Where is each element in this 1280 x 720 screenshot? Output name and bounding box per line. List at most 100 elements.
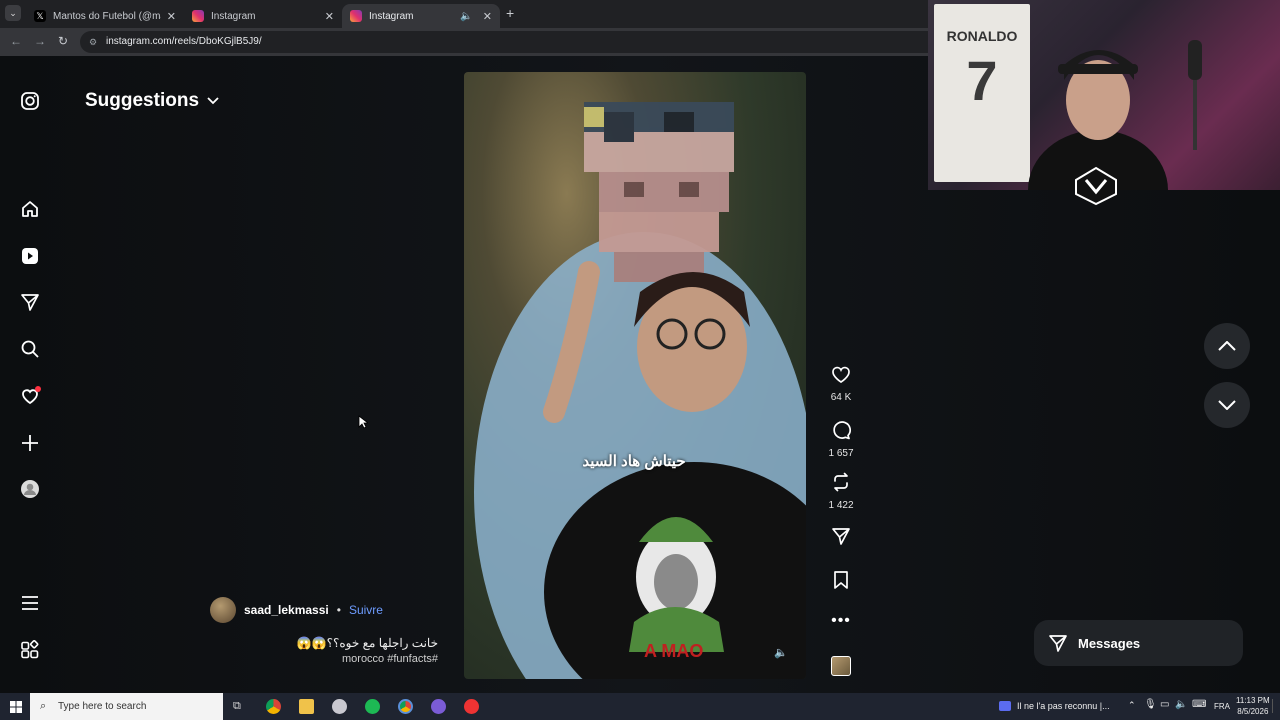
author-username[interactable]: saad_lekmassi	[244, 603, 329, 617]
language-indicator[interactable]: FRA	[1214, 693, 1230, 720]
more-options-icon[interactable]: •••	[826, 612, 856, 630]
spotify-icon[interactable]	[365, 699, 380, 714]
reel-caption: خانت راجلها مع خوه؟؟😱😱	[296, 636, 438, 650]
suggestions-title: Suggestions	[85, 90, 200, 111]
notifications-heart-icon[interactable]	[19, 385, 41, 407]
svg-text:A MAO: A MAO	[644, 641, 703, 661]
volume-icon[interactable]: 🔈	[1175, 699, 1187, 710]
tab-search-button[interactable]: ⌄	[5, 5, 21, 21]
chevron-down-icon	[207, 97, 219, 105]
direct-messages-icon[interactable]	[19, 291, 41, 313]
url-text: instagram.com/reels/DboKGjlB5J9/	[106, 36, 262, 47]
jersey-name: RONALDO	[946, 28, 1018, 44]
clock-date: 8/5/2026	[1237, 707, 1269, 716]
audio-toggle-icon[interactable]: 🔈	[774, 646, 788, 659]
streamer-logo-icon	[1075, 166, 1117, 206]
snipping-tool-icon[interactable]	[332, 699, 347, 714]
next-reel-button[interactable]	[1204, 382, 1250, 428]
save-button[interactable]	[826, 570, 856, 595]
keyboard-icon[interactable]: ⌨	[1192, 699, 1206, 710]
network-icon[interactable]: ▭	[1160, 699, 1169, 710]
windows-start-icon[interactable]	[10, 701, 22, 713]
file-explorer-icon[interactable]	[299, 699, 314, 714]
close-tab-icon[interactable]: ✕	[325, 10, 334, 23]
profile-avatar-icon[interactable]	[19, 478, 41, 500]
instagram-icon	[350, 10, 362, 22]
address-bar[interactable]: ⚙ instagram.com/reels/DboKGjlB5J9/	[80, 31, 940, 53]
instagram-logo-icon[interactable]	[19, 90, 41, 112]
clock-time: 11:13 PM	[1236, 696, 1270, 705]
like-count: 64 K	[830, 392, 852, 403]
video-frame-image: A MAO	[474, 102, 806, 679]
site-info-icon[interactable]: ⚙	[89, 31, 97, 53]
audio-thumbnail-image	[831, 656, 851, 676]
comment-button[interactable]: 1 657	[826, 420, 856, 459]
repost-button[interactable]: 1 422	[826, 472, 856, 511]
mouse-cursor-icon	[358, 415, 368, 429]
streamer-webcam: RONALDO 7	[928, 0, 1280, 206]
follow-button[interactable]: Suivre	[349, 603, 383, 617]
apps-grid-icon[interactable]	[19, 639, 41, 661]
windows-taskbar: ⌕ Type here to search ⧉ Il ne l'a pas re…	[0, 693, 1280, 720]
search-icon: ⌕	[40, 700, 47, 712]
audio-thumbnail[interactable]	[826, 656, 856, 676]
x-logo-icon: 𝕏	[34, 10, 46, 22]
reels-icon[interactable]	[19, 245, 41, 267]
show-hidden-icons[interactable]: ⌃	[1128, 700, 1136, 711]
forward-icon[interactable]: →	[34, 34, 46, 48]
video-subtitle: حيتاش هاد السيد	[582, 453, 686, 470]
streaming-app-icon[interactable]	[431, 699, 446, 714]
tab-title: Instagram	[211, 10, 256, 22]
task-view-icon[interactable]: ⧉	[233, 700, 241, 713]
close-tab-icon[interactable]: ✕	[167, 10, 176, 23]
messages-button[interactable]: Messages	[1034, 620, 1243, 666]
bookmark-icon	[834, 571, 848, 589]
share-button[interactable]	[826, 526, 856, 551]
jersey-background: RONALDO 7	[934, 4, 1030, 182]
close-tab-icon[interactable]: ✕	[483, 10, 492, 23]
more-menu-icon[interactable]	[19, 592, 41, 614]
taskbar-notification-text[interactable]: Il ne l'a pas reconnu |...	[1017, 693, 1117, 720]
chrome-active-icon[interactable]	[398, 699, 413, 714]
browser-tab-2[interactable]: Instagram ✕	[184, 4, 342, 28]
create-plus-icon[interactable]	[19, 432, 41, 454]
reload-icon[interactable]: ↻	[58, 34, 68, 48]
tab-title: Instagram	[369, 10, 414, 22]
suggestions-dropdown[interactable]: Suggestions	[85, 90, 219, 112]
browser-tab-1[interactable]: 𝕏 Mantos do Futebol (@mantosd ✕	[26, 4, 184, 28]
speaker-icon[interactable]: 🔈	[460, 11, 472, 22]
repost-icon	[834, 472, 848, 492]
home-icon[interactable]	[19, 198, 41, 220]
repost-count: 1 422	[828, 500, 854, 511]
jersey-number: 7	[966, 49, 998, 112]
notification-dot	[35, 386, 41, 392]
tab-title: Mantos do Futebol (@mantosd	[53, 10, 161, 22]
reel-video[interactable]: A MAO حيتاش هاد السيد 🔈	[464, 72, 806, 679]
recording-app-icon[interactable]	[464, 699, 479, 714]
reel-author[interactable]: saad_lekmassi • Suivre	[210, 597, 383, 623]
instagram-icon	[192, 10, 204, 22]
taskbar-search-input[interactable]: ⌕ Type here to search	[30, 693, 223, 720]
previous-reel-button[interactable]	[1204, 323, 1250, 369]
chrome-icon[interactable]	[266, 699, 281, 714]
author-avatar[interactable]	[210, 597, 236, 623]
show-desktop-button[interactable]	[1272, 699, 1280, 713]
microphone-image	[1188, 40, 1202, 150]
reel-hashtags[interactable]: morocco #funfacts#	[240, 653, 438, 665]
separator-dot: •	[336, 603, 341, 617]
chevron-up-icon	[1218, 341, 1236, 351]
back-icon[interactable]: ←	[10, 34, 22, 48]
comment-icon	[833, 421, 851, 440]
taskbar-clock[interactable]: 11:13 PM 8/5/2026	[1236, 695, 1270, 717]
microphone-tray-icon[interactable]: 🎙	[1144, 699, 1157, 710]
heart-icon	[832, 366, 850, 384]
new-tab-button[interactable]: +	[506, 5, 514, 21]
notification-app-icon[interactable]	[999, 701, 1011, 711]
streamer-image	[1028, 50, 1168, 190]
search-placeholder: Type here to search	[58, 701, 147, 712]
search-icon[interactable]	[19, 338, 41, 360]
like-button[interactable]: 64 K	[826, 366, 856, 403]
share-send-icon	[832, 528, 850, 545]
browser-tab-3-active[interactable]: Instagram 🔈 ✕	[342, 4, 500, 28]
messages-send-icon	[1049, 635, 1067, 652]
